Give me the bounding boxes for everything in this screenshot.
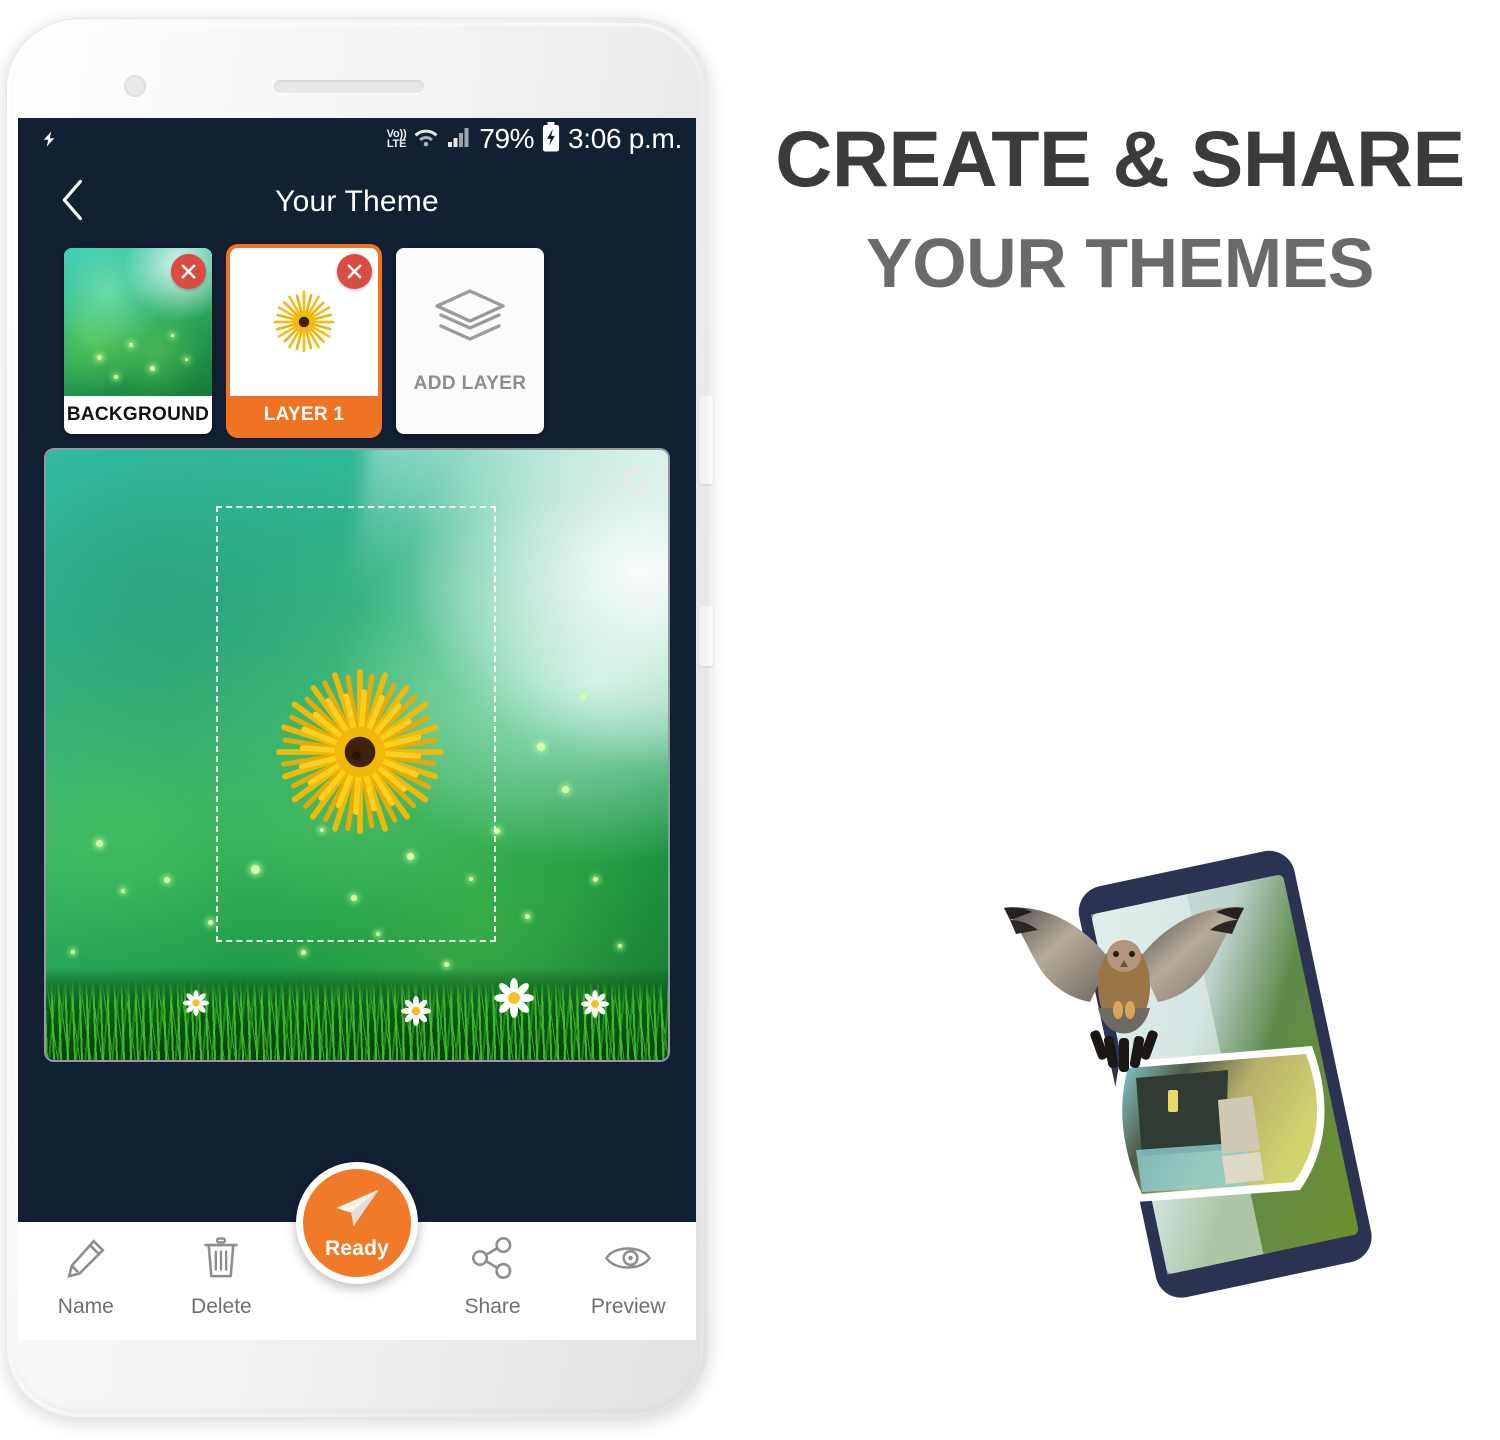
toolbar-label: Share — [464, 1295, 521, 1318]
layers-stack-icon — [433, 288, 507, 355]
toolbar-item-delete[interactable]: Delete — [154, 1236, 290, 1319]
theme-canvas[interactable] — [46, 450, 668, 1060]
toolbar-item-name[interactable]: Name — [18, 1236, 154, 1319]
close-circle-icon[interactable] — [171, 254, 206, 289]
clock-label: 3:06 p.m. — [567, 123, 682, 154]
headline-line-2: YOUR THEMES — [866, 223, 1374, 302]
share-nodes-icon — [471, 1236, 515, 1285]
power-button[interactable] — [699, 606, 713, 666]
volte-icon: Vo)) LTE — [386, 128, 407, 150]
close-circle-icon[interactable] — [337, 254, 372, 289]
reset-rotate-icon[interactable] — [618, 464, 652, 498]
title-bar: Your Theme — [18, 160, 696, 244]
layer-card-label: BACKGROUND — [64, 396, 212, 434]
daisy-flower-icon — [400, 995, 431, 1026]
promo-banner: Vo)) LTE 79% 3:06 p.m. Your Theme BACKGR… — [0, 0, 1500, 1440]
volume-button[interactable] — [699, 396, 713, 484]
toolbar-label: Preview — [590, 1295, 666, 1318]
layer-card-background[interactable]: BACKGROUND — [64, 248, 212, 434]
peeling-photo — [1114, 1046, 1325, 1202]
add-layer-label: ADD LAYER — [413, 372, 527, 394]
phone-screen: Vo)) LTE 79% 3:06 p.m. Your Theme BACKGR… — [18, 118, 696, 1340]
daisy-flower-icon — [182, 989, 209, 1016]
add-layer-button[interactable]: ADD LAYER — [396, 248, 544, 434]
toolbar-label: Name — [57, 1295, 114, 1318]
status-bar: Vo)) LTE 79% 3:06 p.m. — [18, 118, 696, 160]
chevron-left-icon — [60, 179, 86, 226]
toolbar-label: Delete — [191, 1295, 252, 1318]
promo-illustration — [960, 850, 1430, 1310]
back-button[interactable] — [56, 179, 90, 226]
daisy-flower-icon — [493, 977, 534, 1018]
battery-percent-label: 79% — [479, 123, 534, 154]
ready-fab-button[interactable]: Ready — [296, 1162, 418, 1284]
layer-card-label: LAYER 1 — [230, 396, 378, 434]
lightning-bolt-icon — [40, 127, 58, 151]
signal-bars-icon — [446, 126, 472, 153]
yellow-flower-icon — [273, 290, 335, 353]
pencil-icon — [64, 1236, 108, 1285]
daisy-flower-icon — [580, 989, 609, 1018]
promo-headline: CREATE & SHARE YOUR THEMES — [740, 114, 1500, 302]
battery-charging-icon — [541, 121, 561, 157]
toolbar-item-share[interactable]: Share — [425, 1236, 561, 1319]
paper-plane-icon — [331, 1186, 383, 1235]
grass-foreground — [46, 968, 668, 1060]
phone-device-frame: Vo)) LTE 79% 3:06 p.m. Your Theme BACKGR… — [6, 18, 713, 1418]
trash-icon — [201, 1236, 241, 1285]
dandelion-flower-layer[interactable] — [270, 662, 450, 842]
ready-fab-label: Ready — [324, 1236, 390, 1260]
headline-line-1: CREATE & SHARE — [775, 114, 1465, 203]
earpiece-speaker — [274, 80, 424, 93]
eye-icon — [604, 1236, 652, 1285]
layer-card-layer-1[interactable]: LAYER 1 — [230, 248, 378, 434]
page-title: Your Theme — [275, 185, 439, 218]
wifi-icon — [413, 126, 439, 153]
layer-strip: BACKGROUND LAYER 1 ADD LAYER — [18, 244, 696, 434]
toolbar-item-preview[interactable]: Preview — [560, 1236, 696, 1319]
front-camera-icon — [124, 75, 146, 97]
